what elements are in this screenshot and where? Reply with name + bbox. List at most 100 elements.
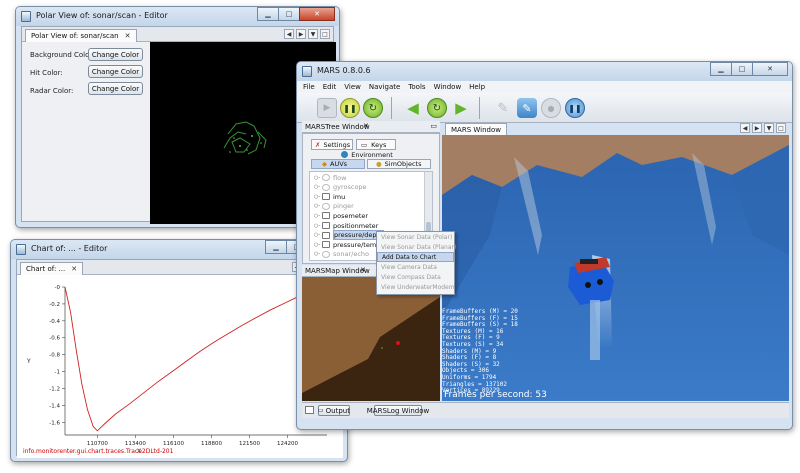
tab-max-icon[interactable]: □: [320, 29, 330, 39]
polar-view-window: Polar View of: sonar/scan - Editor ▁ □ ✕…: [15, 6, 340, 228]
auvs-tab[interactable]: ◆ AUVs: [311, 159, 365, 169]
tree-expand-icon[interactable]: ○-: [314, 184, 320, 190]
keys-tab-label: Keys: [371, 140, 387, 149]
tab-left-icon[interactable]: ◀: [284, 29, 294, 39]
pause-button[interactable]: ❚❚: [340, 98, 360, 118]
sensor-context-menu: View Sonar Data (Polar) View Sonar Data (…: [376, 231, 456, 295]
menu-view[interactable]: View: [344, 83, 361, 91]
chart-tab[interactable]: Chart of: ... ✕: [20, 262, 84, 275]
maximize-button[interactable]: □: [278, 7, 300, 21]
tree-expand-icon[interactable]: ○-: [314, 232, 320, 238]
x-tick-label: 110700: [87, 441, 108, 447]
hit-color-label: Hit Color:: [30, 69, 63, 77]
tree-item[interactable]: ○- pinger: [314, 202, 354, 211]
output-button[interactable]: ▭ Output: [318, 405, 350, 416]
tree-item[interactable]: ○- positionmeter: [314, 221, 378, 230]
maximize-icon: □: [285, 10, 293, 18]
polar-titlebar[interactable]: Polar View of: sonar/scan - Editor ▁ □ ✕: [16, 7, 339, 26]
x-tick-label: 121500: [239, 441, 260, 447]
tab-list-icon[interactable]: ▼: [764, 123, 774, 133]
settings-tab[interactable]: ✗ Settings: [311, 139, 353, 150]
tree-item[interactable]: ○- pressure/depth: [314, 230, 385, 241]
y-tick-label: -0.2: [49, 302, 60, 308]
close-tab-icon[interactable]: ✕: [71, 265, 77, 273]
hit-color-button[interactable]: Change Color: [88, 65, 143, 78]
tree-item[interactable]: ○- posemeter: [314, 211, 368, 220]
tree-item[interactable]: ○- gyroscope: [314, 183, 367, 192]
close-panel-icon[interactable]: ✕: [360, 266, 366, 274]
close-button[interactable]: ✕: [299, 7, 335, 21]
reset-button[interactable]: ↻: [427, 98, 447, 118]
context-menu-item[interactable]: Add Data to Chart: [377, 252, 454, 262]
tree-item[interactable]: ○- sonar/echo: [314, 250, 369, 259]
toolbar: ▶ ❚❚ ↻ ◀ ↻ ▶ ✎ ✎ ● ❚❚: [297, 93, 792, 123]
tree-expand-icon[interactable]: ○-: [314, 203, 320, 209]
tab-right-icon[interactable]: ▶: [296, 29, 306, 39]
globe-icon: [341, 151, 349, 158]
trace-name-label: info.monitorenter.gui.chart.traces.Trace…: [23, 448, 174, 455]
auv-icon: ◆: [322, 160, 327, 168]
chart-window-title: Chart of: ... - Editor: [31, 244, 108, 253]
environment-tab-label: Environment: [351, 150, 393, 159]
context-menu-item[interactable]: View Sonar Data (Polar): [377, 232, 454, 242]
context-menu-item[interactable]: View Compass Data: [377, 272, 454, 282]
close-tab-icon[interactable]: ✕: [125, 32, 131, 40]
menu-tools[interactable]: Tools: [408, 83, 425, 91]
tree-expand-icon[interactable]: ○-: [314, 242, 320, 248]
tree-expand-icon[interactable]: ○-: [314, 194, 320, 200]
record-button[interactable]: ●: [541, 98, 561, 118]
context-menu-item[interactable]: View UnderwaterModem: [377, 282, 455, 292]
background-color-button[interactable]: Change Color: [88, 48, 143, 61]
tree-item[interactable]: ○- flow: [314, 173, 346, 182]
close-panel-icon[interactable]: ✕: [363, 122, 369, 130]
step-back-button[interactable]: ◀: [403, 98, 423, 118]
tab-left-icon[interactable]: ◀: [740, 123, 750, 133]
fps-counter: Frames per second: 53: [444, 390, 547, 400]
3d-view[interactable]: FrameBuffers (M) = 20 FrameBuffers (F) = …: [442, 135, 789, 401]
marslog-button[interactable]: MARSLog Window: [367, 405, 429, 416]
environment-tab[interactable]: Environment: [311, 150, 423, 159]
radar-color-button[interactable]: Change Color: [88, 82, 143, 95]
minimize-button[interactable]: ▁: [710, 62, 732, 76]
menu-file[interactable]: File: [303, 83, 315, 91]
reset-icon: ↻: [432, 102, 442, 114]
context-menu-item[interactable]: View Camera Data: [377, 262, 454, 272]
maximize-button[interactable]: □: [731, 62, 753, 76]
mars-titlebar[interactable]: MARS 0.8.0.6 ▁ □ ✕: [297, 62, 792, 81]
java-window-icon: [21, 11, 31, 22]
play-button[interactable]: ▶: [317, 98, 337, 118]
menu-navigate[interactable]: Navigate: [369, 83, 400, 91]
chart-tab-label: Chart of: ...: [26, 265, 66, 273]
minimize-button[interactable]: ▁: [265, 240, 287, 254]
menu-edit[interactable]: Edit: [323, 83, 337, 91]
connect-button[interactable]: ✎: [493, 98, 513, 118]
menu-bar: File Edit View Navigate Tools Window Hel…: [297, 81, 792, 93]
context-menu-item[interactable]: View Sonar Data (Planar): [377, 242, 456, 252]
menu-window[interactable]: Window: [434, 83, 462, 91]
tree-expand-icon[interactable]: ○-: [314, 213, 320, 219]
tab-max-icon[interactable]: □: [776, 123, 786, 133]
tree-expand-icon[interactable]: ○-: [314, 223, 320, 229]
menu-help[interactable]: Help: [469, 83, 485, 91]
tree-expand-icon[interactable]: ○-: [314, 175, 320, 181]
chart-area: -0 -0.2 -0.4 -0.6 -0.8 -1 -1.2 -1.4 -1.6 110700 1…: [17, 275, 343, 458]
step-forward-button[interactable]: ▶: [451, 98, 471, 118]
mars-main-window: MARS 0.8.0.6 ▁ □ ✕ File Edit View Naviga…: [296, 61, 793, 430]
sensor-icon: [322, 231, 330, 239]
tree-item[interactable]: ○- pressure/tem: [314, 240, 376, 249]
polar-tab[interactable]: Polar View of: sonar/scan ✕: [25, 29, 137, 42]
link-button[interactable]: ✎: [517, 98, 537, 118]
tree-expand-icon[interactable]: ○-: [314, 251, 320, 257]
close-button[interactable]: ✕: [752, 62, 788, 76]
tab-right-icon[interactable]: ▶: [752, 123, 762, 133]
simobjects-tab[interactable]: ● SimObjects: [367, 159, 431, 169]
minimize-button[interactable]: ▁: [257, 7, 279, 21]
tab-list-icon[interactable]: ▼: [308, 29, 318, 39]
restart-button[interactable]: ↻: [363, 98, 383, 118]
sim-pause-button[interactable]: ❚❚: [565, 98, 585, 118]
minimize-panel-icon[interactable]: ▭: [430, 122, 437, 130]
keys-tab[interactable]: ▭ Keys: [356, 139, 396, 150]
tree-item[interactable]: ○- imu: [314, 192, 345, 201]
y-tick-label: -0.8: [49, 353, 60, 359]
tree-item-label: flow: [333, 173, 347, 182]
